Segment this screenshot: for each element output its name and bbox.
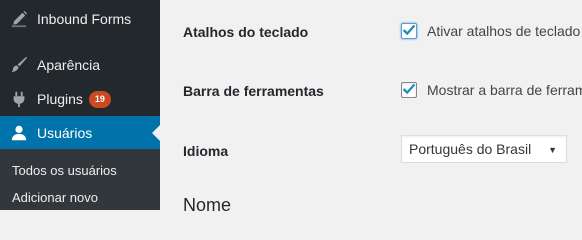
menu-item-label: Usuários: [37, 125, 93, 141]
keyboard-shortcuts-option[interactable]: Ativar atalhos de teclado: [401, 23, 580, 39]
menu-item-appearance[interactable]: Aparência: [0, 48, 160, 82]
edit-icon: [9, 9, 29, 29]
menu-item-inbound-forms[interactable]: Inbound Forms: [0, 2, 160, 36]
menu-item-label: Plugins: [37, 91, 83, 107]
toolbar-checkbox[interactable]: [401, 82, 417, 98]
current-menu-arrow: [152, 124, 161, 142]
dropdown-arrow-icon: ▼: [548, 145, 557, 155]
admin-sidebar: Inbound Forms Aparência Plugins 19 Usuár…: [0, 0, 161, 210]
toolbar-checkbox-label[interactable]: Mostrar a barra de ferram: [427, 82, 582, 98]
users-submenu: Todos os usuários Adicionar novo: [0, 149, 160, 210]
toolbar-label: Barra de ferramentas: [183, 83, 324, 99]
paintbrush-icon: [9, 55, 29, 75]
menu-item-label: Inbound Forms: [37, 11, 132, 27]
submenu-item-add-new[interactable]: Adicionar novo: [12, 190, 98, 205]
language-select-value: Português do Brasil: [409, 141, 532, 157]
menu-item-users[interactable]: Usuários: [0, 116, 161, 150]
user-icon: [9, 123, 29, 143]
language-label: Idioma: [183, 143, 229, 159]
plugins-icon: [9, 89, 29, 109]
language-select[interactable]: Português do Brasil ▼: [401, 135, 567, 163]
submenu-item-all-users[interactable]: Todos os usuários: [12, 163, 117, 178]
toolbar-option[interactable]: Mostrar a barra de ferram: [401, 82, 582, 98]
keyboard-shortcuts-checkbox-label[interactable]: Ativar atalhos de teclado: [427, 23, 580, 39]
name-section-heading: Nome: [183, 195, 232, 215]
checkmark-icon: [402, 83, 416, 95]
keyboard-shortcuts-checkbox[interactable]: [401, 23, 417, 39]
checkmark-icon: [402, 24, 416, 36]
menu-item-label: Aparência: [37, 57, 101, 73]
menu-item-plugins[interactable]: Plugins 19: [0, 82, 160, 116]
update-count-badge: 19: [88, 90, 111, 108]
keyboard-shortcuts-label: Atalhos do teclado: [183, 24, 309, 40]
